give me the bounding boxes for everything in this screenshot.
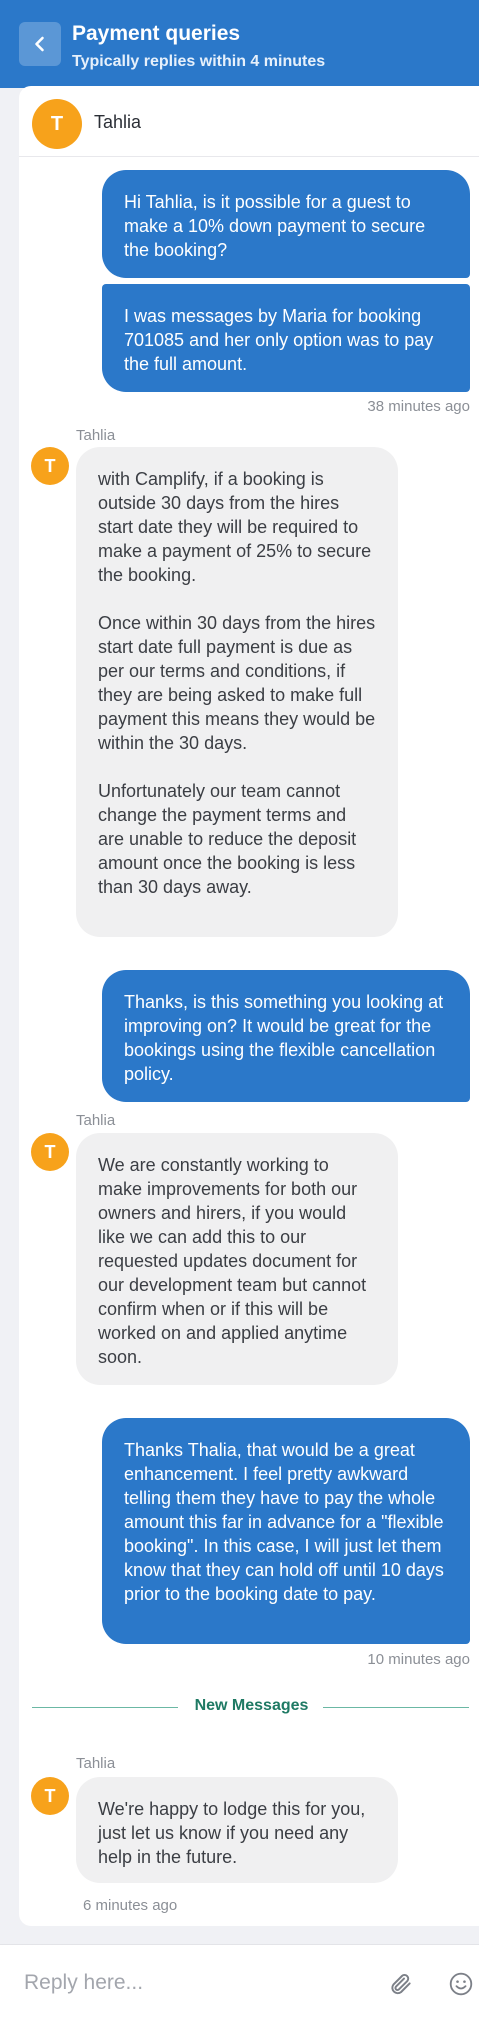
agent-avatar: T (31, 1777, 69, 1815)
incoming-message: We are constantly working to make improv… (76, 1133, 398, 1385)
message-paragraph: with Camplify, if a booking is outside 3… (98, 469, 372, 585)
outgoing-message: I was messages by Maria for booking 7010… (102, 284, 470, 392)
message-paragraph: Once within 30 days from the hires start… (98, 613, 376, 753)
new-messages-divider: New Messages (194, 1697, 309, 1714)
chat-title: Payment queries (72, 22, 241, 45)
message-timestamp: 10 minutes ago (367, 1651, 470, 1668)
emoji-button[interactable] (444, 1967, 478, 2001)
incoming-message: with Camplify, if a booking is outside 3… (76, 447, 398, 937)
outgoing-message: Thanks Thalia, that would be a great enh… (102, 1418, 470, 1644)
outgoing-message: Thanks, is this something you looking at… (102, 970, 470, 1102)
outgoing-message: Hi Tahlia, is it possible for a guest to… (102, 170, 470, 278)
sender-name: Tahlia (76, 1112, 116, 1129)
chevron-left-icon (35, 36, 44, 52)
attach-button[interactable] (384, 1967, 418, 2001)
back-button[interactable] (19, 22, 61, 66)
sender-name: Tahlia (76, 427, 116, 444)
message-paragraph: Unfortunately our team cannot change the… (98, 781, 357, 897)
sender-name: Tahlia (76, 1755, 116, 1772)
agent-name: Tahlia (94, 112, 142, 132)
agent-avatar: T (32, 99, 82, 149)
incoming-message: We're happy to lodge this for you, just … (76, 1777, 398, 1883)
reply-input[interactable] (22, 1962, 366, 2004)
paperclip-icon (391, 1974, 411, 1995)
agent-bar (19, 86, 479, 157)
message-timestamp: 6 minutes ago (83, 1897, 178, 1914)
reply-time-subtitle: Typically replies within 4 minutes (72, 53, 326, 70)
emoji-icon (449, 1972, 473, 1996)
agent-avatar: T (31, 447, 69, 485)
message-timestamp: 38 minutes ago (367, 398, 470, 415)
agent-avatar: T (31, 1133, 69, 1171)
chat-header: Payment queries Typically replies within… (0, 0, 479, 88)
